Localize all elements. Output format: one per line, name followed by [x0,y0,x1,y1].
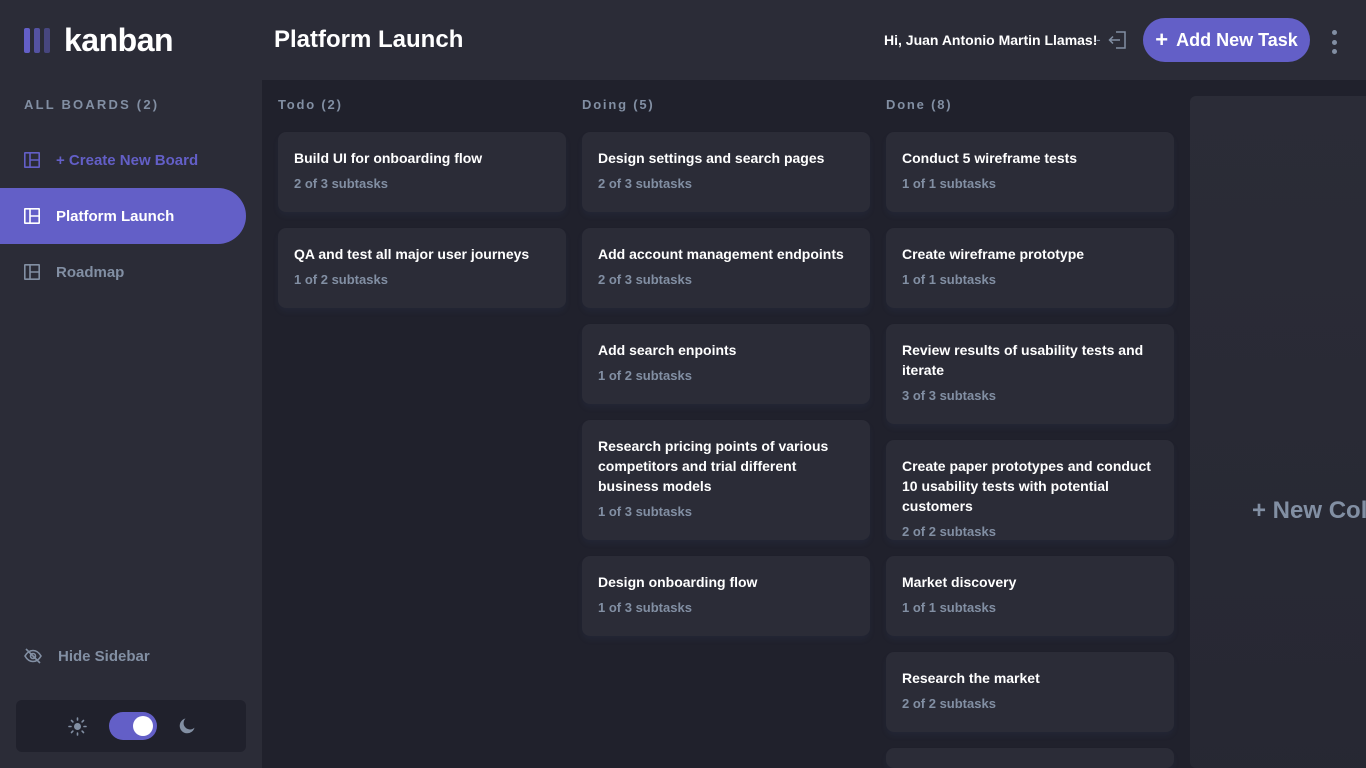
task-title: Conduct 5 wireframe tests [902,150,1078,166]
sidebar-item-platform-launch[interactable]: Platform Launch [0,188,246,244]
column-title-done: Done (8) [886,97,953,112]
task-card[interactable]: Conduct 5 wireframe tests 1 of 1 subtask… [886,132,1174,212]
task-title: Design settings and search pages [598,150,825,166]
hide-sidebar-button[interactable]: Hide Sidebar [24,644,150,668]
task-title: Add account management endpoints [598,246,844,262]
task-card[interactable]: Research pricing points of various compe… [582,420,870,540]
theme-switcher [16,700,246,752]
toggle-knob [132,716,153,736]
add-new-task-button[interactable]: + Add New Task [1143,18,1310,62]
new-column-label: + New Column [1252,497,1366,524]
kanban-logo-icon [24,27,50,53]
task-card[interactable]: Add search enpoints 1 of 2 subtasks [582,324,870,404]
board-icon [24,264,40,280]
task-subtasks: 3 of 3 subtasks [902,388,996,403]
hide-sidebar-label: Hide Sidebar [58,647,150,665]
task-title: Create paper prototypes and conduct 10 u… [902,458,1151,514]
user-greeting: Hi, Juan Antonio Martin Llamas! [884,32,1098,48]
logo[interactable]: kanban [24,21,174,58]
task-card[interactable]: Market discovery 1 of 1 subtasks [886,556,1174,636]
column-title-todo: Todo (2) [278,97,343,112]
sun-icon [67,716,87,736]
task-card-partial[interactable] [886,748,1174,768]
task-title: Add search enpoints [598,342,737,358]
task-card[interactable]: Research the market 2 of 2 subtasks [886,652,1174,732]
task-card[interactable]: Create paper prototypes and conduct 10 u… [886,440,1174,540]
task-title: Market discovery [902,574,1017,590]
page-title: Platform Launch [274,26,464,53]
new-column-button[interactable]: + New Column [1190,96,1366,768]
task-card[interactable]: Create wireframe prototype 1 of 1 subtas… [886,228,1174,308]
sidebar-item-roadmap[interactable]: Roadmap [0,244,246,300]
add-new-task-label: Add New Task [1176,29,1298,50]
task-card[interactable]: Add account management endpoints 2 of 3 … [582,228,870,308]
board-menu-icon[interactable] [1328,30,1340,54]
theme-toggle[interactable] [108,712,157,740]
task-card[interactable]: Design onboarding flow 1 of 3 subtasks [582,556,870,636]
task-subtasks: 2 of 3 subtasks [294,176,388,191]
task-title: Build UI for onboarding flow [294,150,483,166]
task-title: Review results of usability tests and it… [902,342,1144,378]
task-title: Research pricing points of various compe… [598,438,829,494]
column-title-doing: Doing (5) [582,97,655,112]
task-title: Design onboarding flow [598,574,758,590]
logo-text: kanban [64,21,174,58]
task-title: Create wireframe prototype [902,246,1085,262]
all-boards-heading: ALL BOARDS (2) [24,97,160,112]
task-subtasks: 1 of 1 subtasks [902,176,996,191]
sidebar-item-label: Platform Launch [56,207,175,225]
header: Platform Launch Hi, Juan Antonio Martin … [262,0,1366,80]
task-card[interactable]: Review results of usability tests and it… [886,324,1174,424]
task-subtasks: 2 of 3 subtasks [598,272,692,287]
create-new-board-button[interactable]: + Create New Board [0,132,246,188]
task-subtasks: 1 of 2 subtasks [598,368,692,383]
greeting-separator: - [1096,31,1101,47]
task-subtasks: 1 of 3 subtasks [598,600,692,615]
plus-icon: + [1155,27,1169,52]
task-title: QA and test all major user journeys [294,246,530,262]
board-icon [24,152,40,168]
task-card[interactable]: Build UI for onboarding flow 2 of 3 subt… [278,132,566,212]
eye-slash-icon [24,648,42,664]
task-subtasks: 1 of 1 subtasks [902,272,996,287]
moon-icon [179,718,194,734]
task-subtasks: 1 of 1 subtasks [902,600,996,615]
task-card[interactable]: QA and test all major user journeys 1 of… [278,228,566,308]
task-subtasks: 1 of 2 subtasks [294,272,388,287]
task-subtasks: 1 of 3 subtasks [598,504,692,519]
task-subtasks: 2 of 3 subtasks [598,176,692,191]
create-new-board-label: + Create New Board [56,151,199,169]
task-card[interactable]: Design settings and search pages 2 of 3 … [582,132,870,212]
task-subtasks: 2 of 2 subtasks [902,696,996,711]
task-subtasks: 2 of 2 subtasks [902,524,996,539]
sidebar-item-label: Roadmap [56,263,125,281]
sidebar: kanban ALL BOARDS (2) + Create New Board… [0,0,262,768]
logout-icon[interactable] [1108,30,1128,50]
board-icon [24,208,40,224]
task-title: Research the market [902,670,1040,686]
